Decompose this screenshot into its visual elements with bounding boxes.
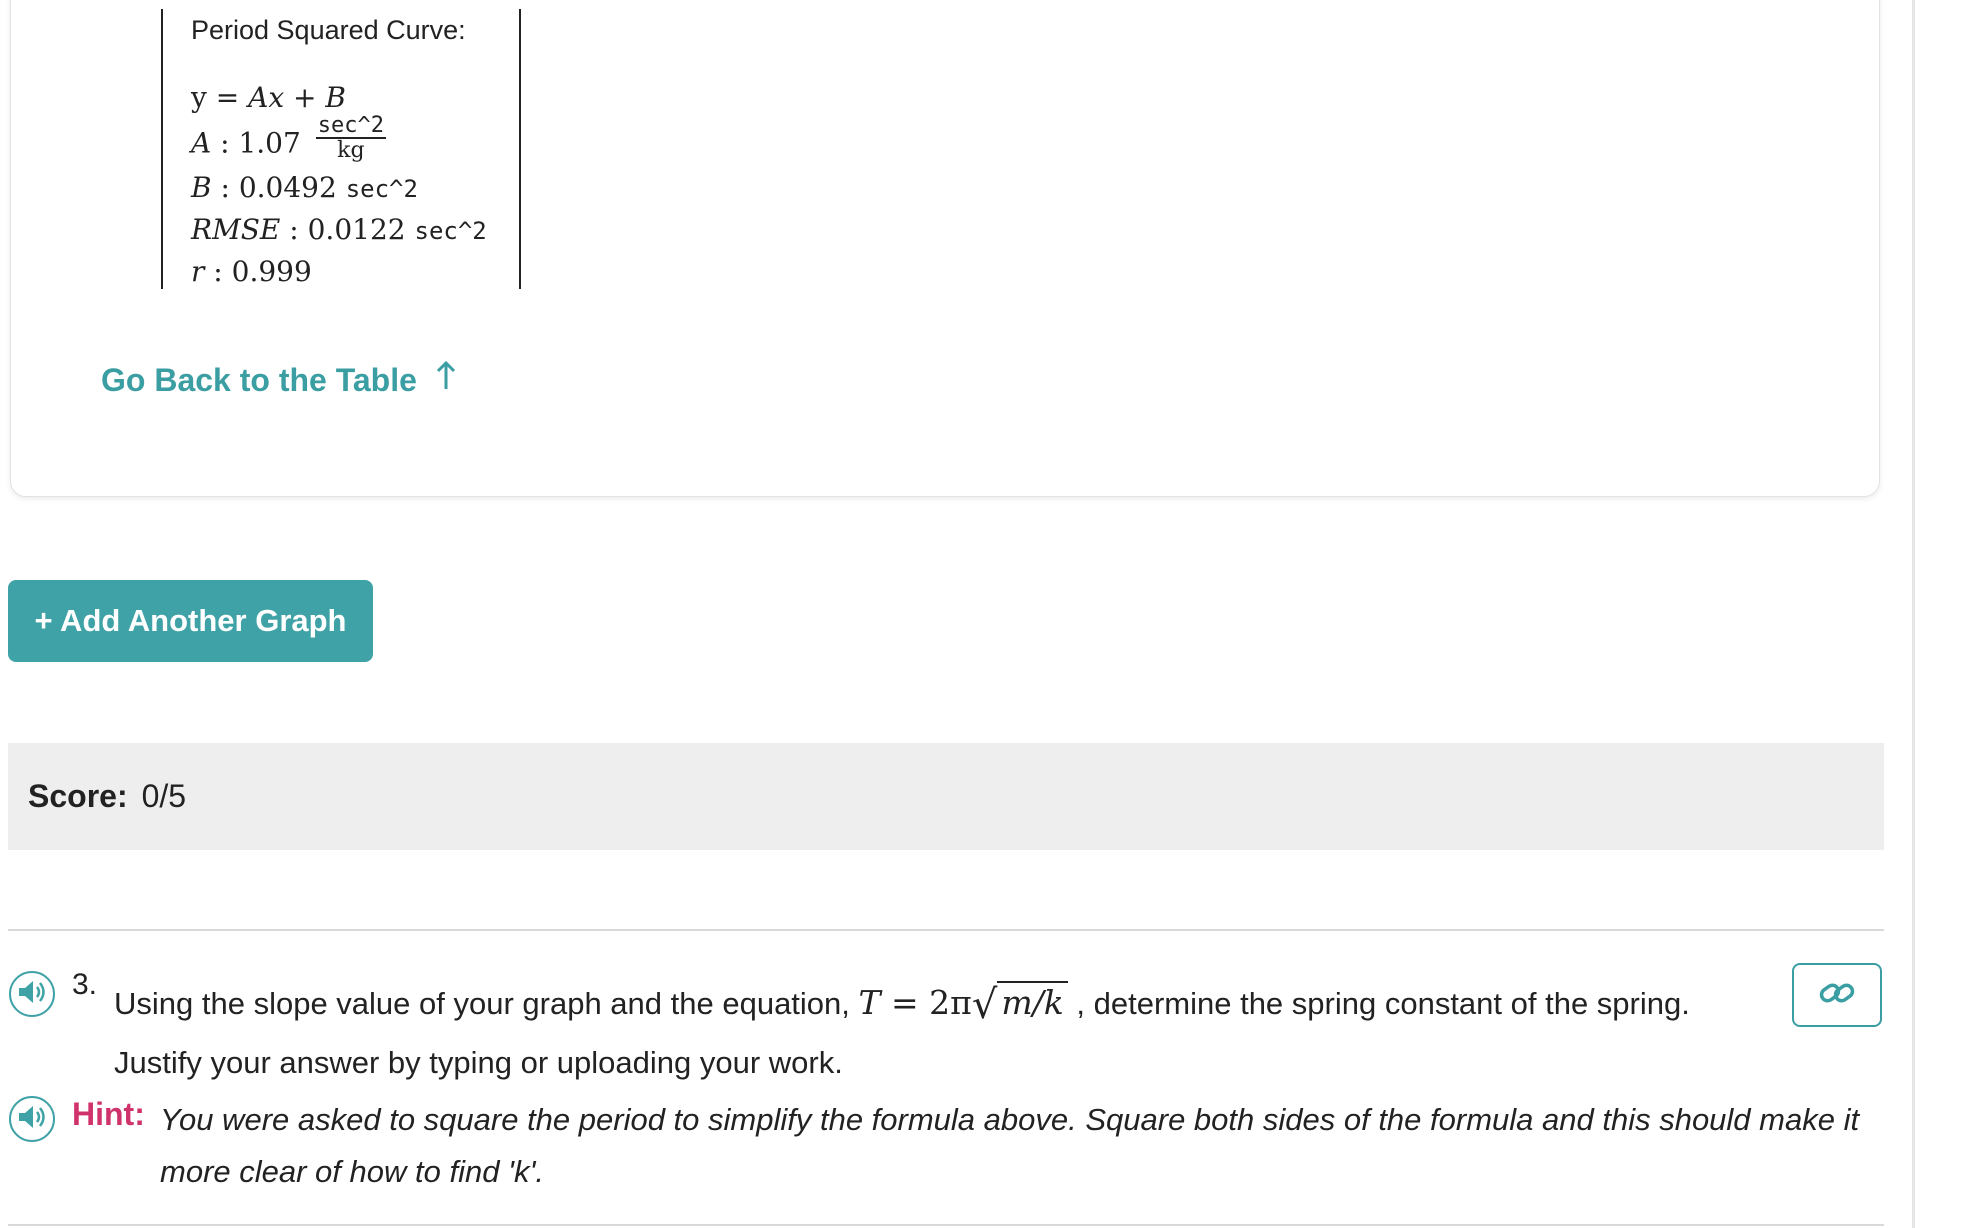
divider [8, 1224, 1884, 1226]
curve-r: r : 0.999 [191, 255, 312, 288]
link-icon [1817, 978, 1857, 1013]
curve-fit-box: Period Squared Curve: y = Ax + B A : 1.0… [161, 9, 521, 289]
score-bar: Score: 0/5 [8, 743, 1884, 850]
page: Period Squared Curve: y = Ax + B A : 1.0… [0, 0, 1964, 1228]
curve-rmse: RMSE : 0.0122 sec^2 [191, 213, 487, 246]
hint-audio-button[interactable] [9, 1096, 55, 1142]
go-back-to-table-link[interactable]: Go Back to the Table [101, 360, 457, 399]
scrollbar-track[interactable] [1912, 0, 1915, 1228]
score-label: Score: [28, 778, 128, 814]
go-back-label: Go Back to the Table [101, 361, 417, 398]
copy-link-button[interactable] [1792, 963, 1882, 1027]
question-audio-button[interactable] [9, 971, 55, 1017]
score-value: 0/5 [141, 778, 187, 814]
speaker-icon [16, 978, 48, 1011]
hint-text: You were asked to square the period to s… [160, 1102, 1860, 1189]
divider [8, 929, 1884, 931]
period-formula: T = 2π√ m/k [859, 981, 1068, 1028]
add-another-graph-button[interactable]: + Add Another Graph [8, 580, 373, 662]
curve-param-a: A : 1.07 sec^2 kg [191, 113, 386, 163]
unit-fraction: sec^2 kg [315, 113, 386, 163]
curve-equation: y = Ax + B [191, 81, 346, 114]
question-number: 3. [72, 968, 98, 1001]
arrow-up-icon [435, 360, 457, 399]
question-text: Using the slope value of your graph and … [114, 981, 1690, 1080]
curve-title: Period Squared Curve: [191, 15, 466, 45]
graph-card: Period Squared Curve: y = Ax + B A : 1.0… [10, 0, 1880, 497]
curve-param-b: B : 0.0492 sec^2 [191, 171, 418, 204]
hint-label: Hint: [72, 1096, 145, 1132]
speaker-icon [16, 1103, 48, 1136]
